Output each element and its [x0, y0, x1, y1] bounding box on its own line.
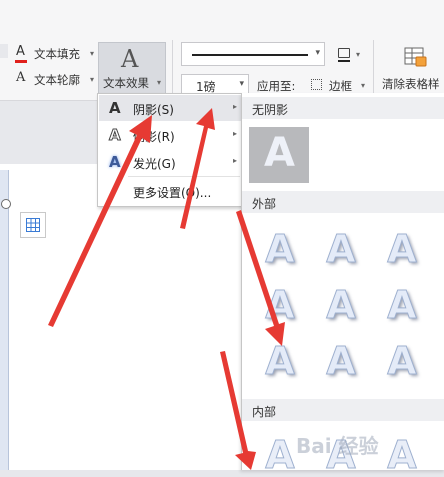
clear-table-style-button[interactable]: 清除表格样: [378, 42, 444, 94]
chevron-down-icon: ▾: [315, 48, 320, 58]
text-fill-color-bar: [15, 60, 27, 63]
text-outline-button[interactable]: A 文本轮廓 ▾: [14, 70, 96, 90]
text-fill-label: 文本填充: [34, 47, 80, 61]
watermark: Bai 经验: [296, 434, 379, 458]
inner-header: 内部: [242, 399, 444, 421]
reflection-icon: A: [109, 126, 122, 145]
outer-shadow-option[interactable]: A: [321, 283, 361, 328]
section-title: 外部: [252, 197, 277, 211]
resize-handle[interactable]: [1, 199, 11, 209]
chevron-down-icon: ▾: [239, 79, 244, 89]
apply-to-value: 边框: [329, 79, 352, 93]
outer-shadow-option[interactable]: A: [321, 227, 361, 272]
border-grid-icon: [311, 79, 322, 90]
text-fill-icon: A: [16, 44, 25, 59]
pen-color-button[interactable]: ▾: [336, 46, 364, 64]
clear-table-style-icon: [404, 47, 427, 67]
outer-shadow-option[interactable]: A: [260, 339, 300, 384]
chevron-down-icon: ▾: [157, 78, 162, 87]
chevron-down-icon: ▾: [90, 75, 95, 84]
outer-shadow-option[interactable]: A: [382, 339, 422, 384]
outer-shadow-option[interactable]: A: [321, 339, 361, 384]
no-shadow-option[interactable]: A: [249, 127, 309, 183]
table-icon: [26, 218, 40, 232]
table-selection-bar: [0, 170, 9, 470]
menu-item-shadow[interactable]: A 阴影(S) ▸: [99, 95, 243, 121]
menu-item-label: 更多设置(O)...: [133, 186, 212, 200]
inner-shadow-option[interactable]: A: [260, 433, 300, 477]
chevron-down-icon: ▾: [356, 50, 361, 59]
chevron-down-icon: ▾: [361, 81, 366, 90]
text-effects-button[interactable]: A 文本效果 ▾: [98, 42, 166, 94]
ribbon-divider: [172, 40, 173, 96]
border-color-bar: [338, 60, 350, 62]
no-shadow-glyph: A: [264, 130, 295, 176]
shadow-gallery: 无阴影 A 外部 A A A A A A A A A 内部 A A A: [241, 93, 444, 477]
text-effects-label: 文本效果: [103, 76, 149, 90]
ribbon-toolbar: A 文本填充 ▾ A 文本轮廓 ▾ A 文本效果 ▾ ▾ 1磅 ▾ ▾ 应用至:…: [0, 0, 444, 101]
text-effects-icon: A: [121, 45, 139, 73]
menu-separator: [128, 176, 240, 177]
outer-shadow-option[interactable]: A: [260, 227, 300, 272]
document-page[interactable]: [12, 164, 252, 470]
apply-to-label: 应用至:: [257, 79, 296, 93]
section-title: 内部: [252, 405, 277, 419]
clear-table-style-label: 清除表格样: [382, 77, 440, 91]
line-style-preview: [192, 54, 308, 56]
text-fill-button[interactable]: A 文本填充 ▾: [14, 44, 96, 64]
outer-header: 外部: [242, 191, 444, 213]
menu-item-label: 发光(G): [133, 157, 176, 171]
menu-item-label: 倒影(R): [133, 130, 175, 144]
table-quick-button[interactable]: [20, 212, 46, 238]
inner-shadow-option[interactable]: A: [382, 433, 422, 477]
chevron-right-icon: ▸: [232, 129, 237, 138]
ribbon-edge: [0, 44, 8, 58]
text-outline-icon: A: [16, 70, 26, 85]
menu-item-glow[interactable]: A 发光(G) ▸: [99, 149, 243, 175]
apply-to-select[interactable]: 边框 ▾: [309, 76, 369, 94]
section-title: 无阴影: [252, 103, 289, 117]
outer-shadow-option[interactable]: A: [382, 227, 422, 272]
outer-shadow-option[interactable]: A: [260, 283, 300, 328]
shadow-icon: A: [109, 99, 121, 117]
text-outline-label: 文本轮廓: [34, 73, 80, 87]
glow-icon: A: [109, 153, 121, 171]
outer-shadow-option[interactable]: A: [382, 283, 422, 328]
border-color-icon: [338, 48, 350, 58]
menu-item-label: 阴影(S): [133, 103, 174, 117]
chevron-right-icon: ▸: [232, 156, 237, 165]
menu-item-reflection[interactable]: A 倒影(R) ▸: [99, 122, 243, 148]
line-style-select[interactable]: ▾: [181, 42, 325, 66]
ribbon-divider: [373, 40, 374, 96]
menu-item-more-settings[interactable]: 更多设置(O)...: [99, 178, 243, 204]
chevron-right-icon: ▸: [232, 102, 237, 111]
text-effects-menu: A 阴影(S) ▸ A 倒影(R) ▸ A 发光(G) ▸ 更多设置(O)...: [97, 93, 245, 207]
chevron-down-icon: ▾: [90, 49, 95, 58]
no-shadow-header: 无阴影: [242, 97, 444, 119]
